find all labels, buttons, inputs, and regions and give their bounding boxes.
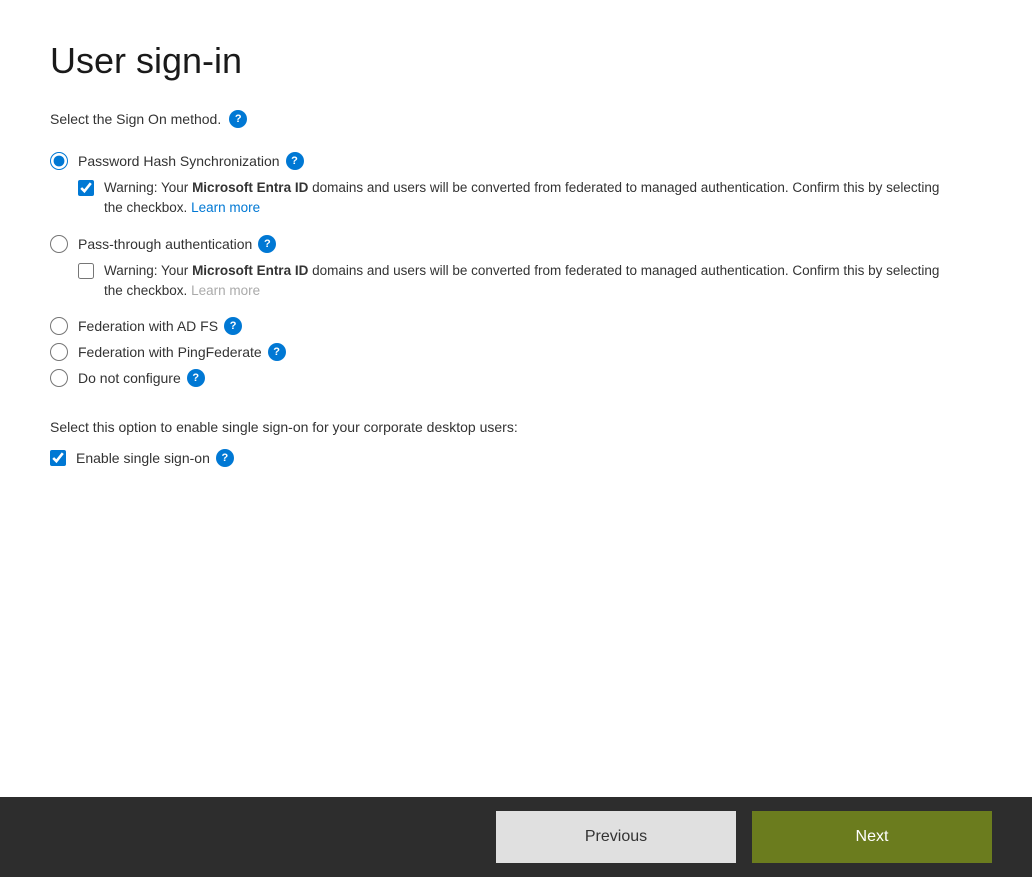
option-pass-through[interactable]: Pass-through authentication ? (50, 235, 982, 253)
option-label-text-passthrough: Pass-through authentication (78, 236, 252, 252)
options-container: Password Hash Synchronization ? Warning:… (50, 152, 982, 395)
option-federation-adfs[interactable]: Federation with AD FS ? (50, 317, 982, 335)
sso-checkbox-option[interactable]: Enable single sign-on ? (50, 449, 982, 467)
label-password-hash[interactable]: Password Hash Synchronization ? (78, 152, 304, 170)
help-icon-pass-through[interactable]: ? (258, 235, 276, 253)
warning-text-password-hash: Warning: Your Microsoft Entra ID domains… (104, 178, 954, 219)
radio-do-not-configure[interactable] (50, 369, 68, 387)
sso-section: Select this option to enable single sign… (50, 419, 982, 467)
option-label-text-ping: Federation with PingFederate (78, 344, 262, 360)
enable-sso-checkbox[interactable] (50, 450, 66, 466)
label-federation-ping[interactable]: Federation with PingFederate ? (78, 343, 286, 361)
warning-box-pass-through: Warning: Your Microsoft Entra ID domains… (78, 261, 982, 302)
help-icon-ping[interactable]: ? (268, 343, 286, 361)
option-label-text-adfs: Federation with AD FS (78, 318, 218, 334)
help-icon-sso[interactable]: ? (216, 449, 234, 467)
radio-password-hash[interactable] (50, 152, 68, 170)
warning-checkbox-password-hash[interactable] (78, 180, 94, 196)
help-icon-password-hash[interactable]: ? (286, 152, 304, 170)
radio-federation-adfs[interactable] (50, 317, 68, 335)
option-federation-ping[interactable]: Federation with PingFederate ? (50, 343, 982, 361)
label-pass-through[interactable]: Pass-through authentication ? (78, 235, 276, 253)
sso-checkbox-label[interactable]: Enable single sign-on ? (76, 449, 234, 467)
learn-more-link-password-hash[interactable]: Learn more (191, 200, 260, 215)
sso-description: Select this option to enable single sign… (50, 419, 982, 435)
radio-pass-through[interactable] (50, 235, 68, 253)
option-label-text: Password Hash Synchronization (78, 153, 280, 169)
sso-label-text: Enable single sign-on (76, 450, 210, 466)
option-do-not-configure[interactable]: Do not configure ? (50, 369, 982, 387)
previous-button[interactable]: Previous (496, 811, 736, 863)
subtitle-help-icon[interactable]: ? (229, 110, 247, 128)
option-password-hash[interactable]: Password Hash Synchronization ? (50, 152, 982, 170)
help-icon-adfs[interactable]: ? (224, 317, 242, 335)
help-icon-do-not-configure[interactable]: ? (187, 369, 205, 387)
warning-text-pass-through: Warning: Your Microsoft Entra ID domains… (104, 261, 954, 302)
label-federation-adfs[interactable]: Federation with AD FS ? (78, 317, 242, 335)
option-label-text-donotconfigure: Do not configure (78, 370, 181, 386)
page-title: User sign-in (50, 40, 982, 82)
label-do-not-configure[interactable]: Do not configure ? (78, 369, 205, 387)
next-button[interactable]: Next (752, 811, 992, 863)
subtitle-row: Select the Sign On method. ? (50, 110, 982, 128)
subtitle-text: Select the Sign On method. (50, 111, 221, 127)
footer: Previous Next (0, 797, 1032, 877)
warning-checkbox-pass-through[interactable] (78, 263, 94, 279)
main-content: User sign-in Select the Sign On method. … (0, 0, 1032, 797)
learn-more-link-pass-through[interactable]: Learn more (191, 283, 260, 298)
radio-federation-ping[interactable] (50, 343, 68, 361)
warning-box-password-hash: Warning: Your Microsoft Entra ID domains… (78, 178, 982, 219)
